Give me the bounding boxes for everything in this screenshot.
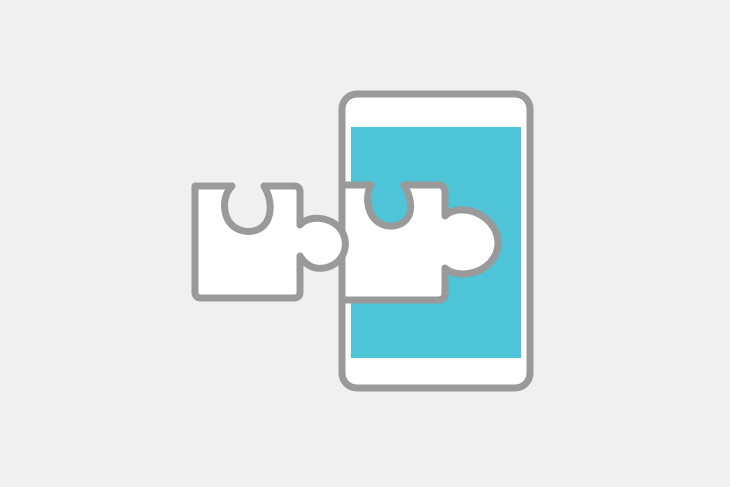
xposed-framework-logo: [0, 0, 730, 487]
canvas: [0, 0, 730, 487]
